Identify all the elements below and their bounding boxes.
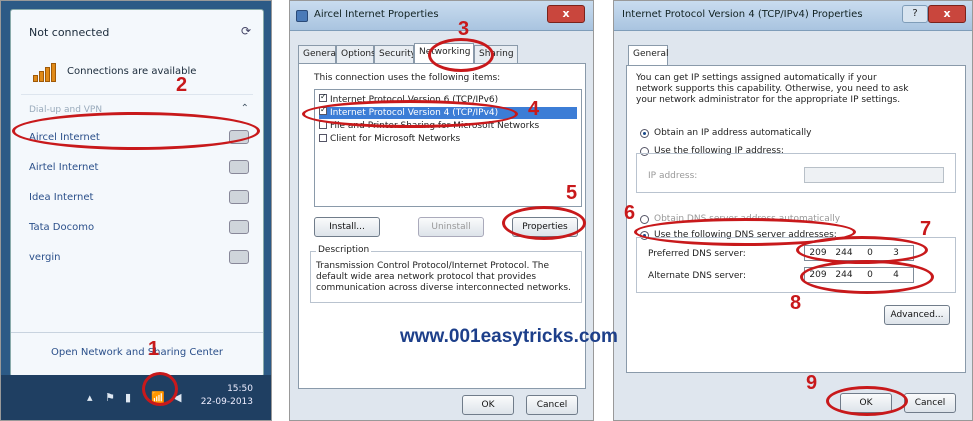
titlebar: Internet Protocol Version 4 (TCP/IPv4) P… xyxy=(614,1,972,31)
close-button[interactable]: x xyxy=(547,5,585,23)
step-number-7: 7 xyxy=(920,218,932,240)
dialog-title: Aircel Internet Properties xyxy=(314,9,439,20)
annotation-circle-ok xyxy=(826,386,908,416)
ip-address-label: IP address: xyxy=(648,171,698,181)
clock-time: 15:50 xyxy=(227,384,253,394)
help-button[interactable]: ? xyxy=(902,5,928,23)
action-center-flag-icon[interactable]: ⚑ xyxy=(105,391,115,404)
list-item[interactable]: Client for Microsoft Networks xyxy=(319,133,577,145)
dialog-title: Internet Protocol Version 4 (TCP/IPv4) P… xyxy=(622,9,863,20)
network-item-idea[interactable]: Idea Internet xyxy=(29,192,93,203)
titlebar: Aircel Internet Properties x xyxy=(290,1,593,31)
show-hidden-icons-icon[interactable]: ▴ xyxy=(87,391,93,404)
annotation-circle-ipv4 xyxy=(302,100,518,128)
chevron-up-icon[interactable]: ⌃ xyxy=(241,103,249,114)
network-flyout: Not connected ⟳ Connections are availabl… xyxy=(10,9,264,377)
annotation-circle-alternate-dns xyxy=(800,260,934,294)
step-number-1: 1 xyxy=(148,338,160,360)
refresh-icon[interactable]: ⟳ xyxy=(241,24,251,38)
advanced-button[interactable]: Advanced... xyxy=(884,305,950,325)
checkbox[interactable] xyxy=(319,134,327,142)
network-app-icon xyxy=(296,10,308,22)
ipv4-properties-dialog: Internet Protocol Version 4 (TCP/IPv4) P… xyxy=(613,0,973,421)
taskbar: ▴ ⚑ ▮ 📶 ◀ 15:50 22-09-2013 xyxy=(1,375,271,420)
step-number-4: 4 xyxy=(528,98,540,120)
modem-icon xyxy=(229,250,249,264)
annotation-circle-network-tray xyxy=(142,372,178,406)
obtain-dns-radio[interactable] xyxy=(640,215,649,224)
cancel-button[interactable]: Cancel xyxy=(904,393,956,413)
clock-date: 22-09-2013 xyxy=(200,397,253,407)
tab-options[interactable]: Options xyxy=(336,45,376,63)
modem-icon xyxy=(229,220,249,234)
connection-status: Not connected xyxy=(29,26,110,39)
step-number-9: 9 xyxy=(806,372,818,394)
clock[interactable]: 15:50 22-09-2013 xyxy=(201,383,253,409)
annotation-circle-properties xyxy=(502,206,586,240)
obtain-ip-radio[interactable] xyxy=(640,129,649,138)
tab-general[interactable]: General xyxy=(628,45,668,65)
step-number-3: 3 xyxy=(458,18,470,40)
network-item-airtel[interactable]: Airtel Internet xyxy=(29,162,98,173)
description-text: Transmission Control Protocol/Internet P… xyxy=(316,261,571,293)
modem-icon xyxy=(229,190,249,204)
step-number-2: 2 xyxy=(176,74,188,96)
tab-general[interactable]: General xyxy=(298,45,338,63)
modem-icon xyxy=(229,160,249,174)
annotation-circle-aircel xyxy=(12,112,260,150)
close-button[interactable]: x xyxy=(928,5,966,23)
ok-button[interactable]: OK xyxy=(462,395,514,415)
preferred-dns-label: Preferred DNS server: xyxy=(648,249,746,259)
items-label: This connection uses the following items… xyxy=(314,73,501,83)
obtain-ip-label: Obtain an IP address automatically xyxy=(654,128,812,138)
install-button[interactable]: Install... xyxy=(314,217,380,237)
tab-security[interactable]: Security xyxy=(374,45,414,63)
cancel-button[interactable]: Cancel xyxy=(526,395,578,415)
watermark: www.001easytricks.com xyxy=(400,326,618,347)
signal-bars-icon xyxy=(33,60,61,82)
battery-icon[interactable]: ▮ xyxy=(125,391,131,404)
uninstall-button[interactable]: Uninstall xyxy=(418,217,484,237)
step-number-5: 5 xyxy=(566,182,578,204)
intro-text: You can get IP settings assigned automat… xyxy=(636,73,909,105)
step-number-6: 6 xyxy=(624,202,636,224)
ip-address-field[interactable] xyxy=(804,167,944,183)
description-label: Description xyxy=(316,245,372,256)
alternate-dns-label: Alternate DNS server: xyxy=(648,271,747,281)
open-network-center-link[interactable]: Open Network and Sharing Center xyxy=(11,347,263,358)
network-item-vergin[interactable]: vergin xyxy=(29,252,60,263)
step-number-8: 8 xyxy=(790,292,802,314)
network-flyout-panel: Not connected ⟳ Connections are availabl… xyxy=(0,0,272,421)
checkbox[interactable] xyxy=(319,94,327,102)
network-item-tata[interactable]: Tata Docomo xyxy=(29,222,94,233)
annotation-circle-networking-tab xyxy=(428,38,494,72)
